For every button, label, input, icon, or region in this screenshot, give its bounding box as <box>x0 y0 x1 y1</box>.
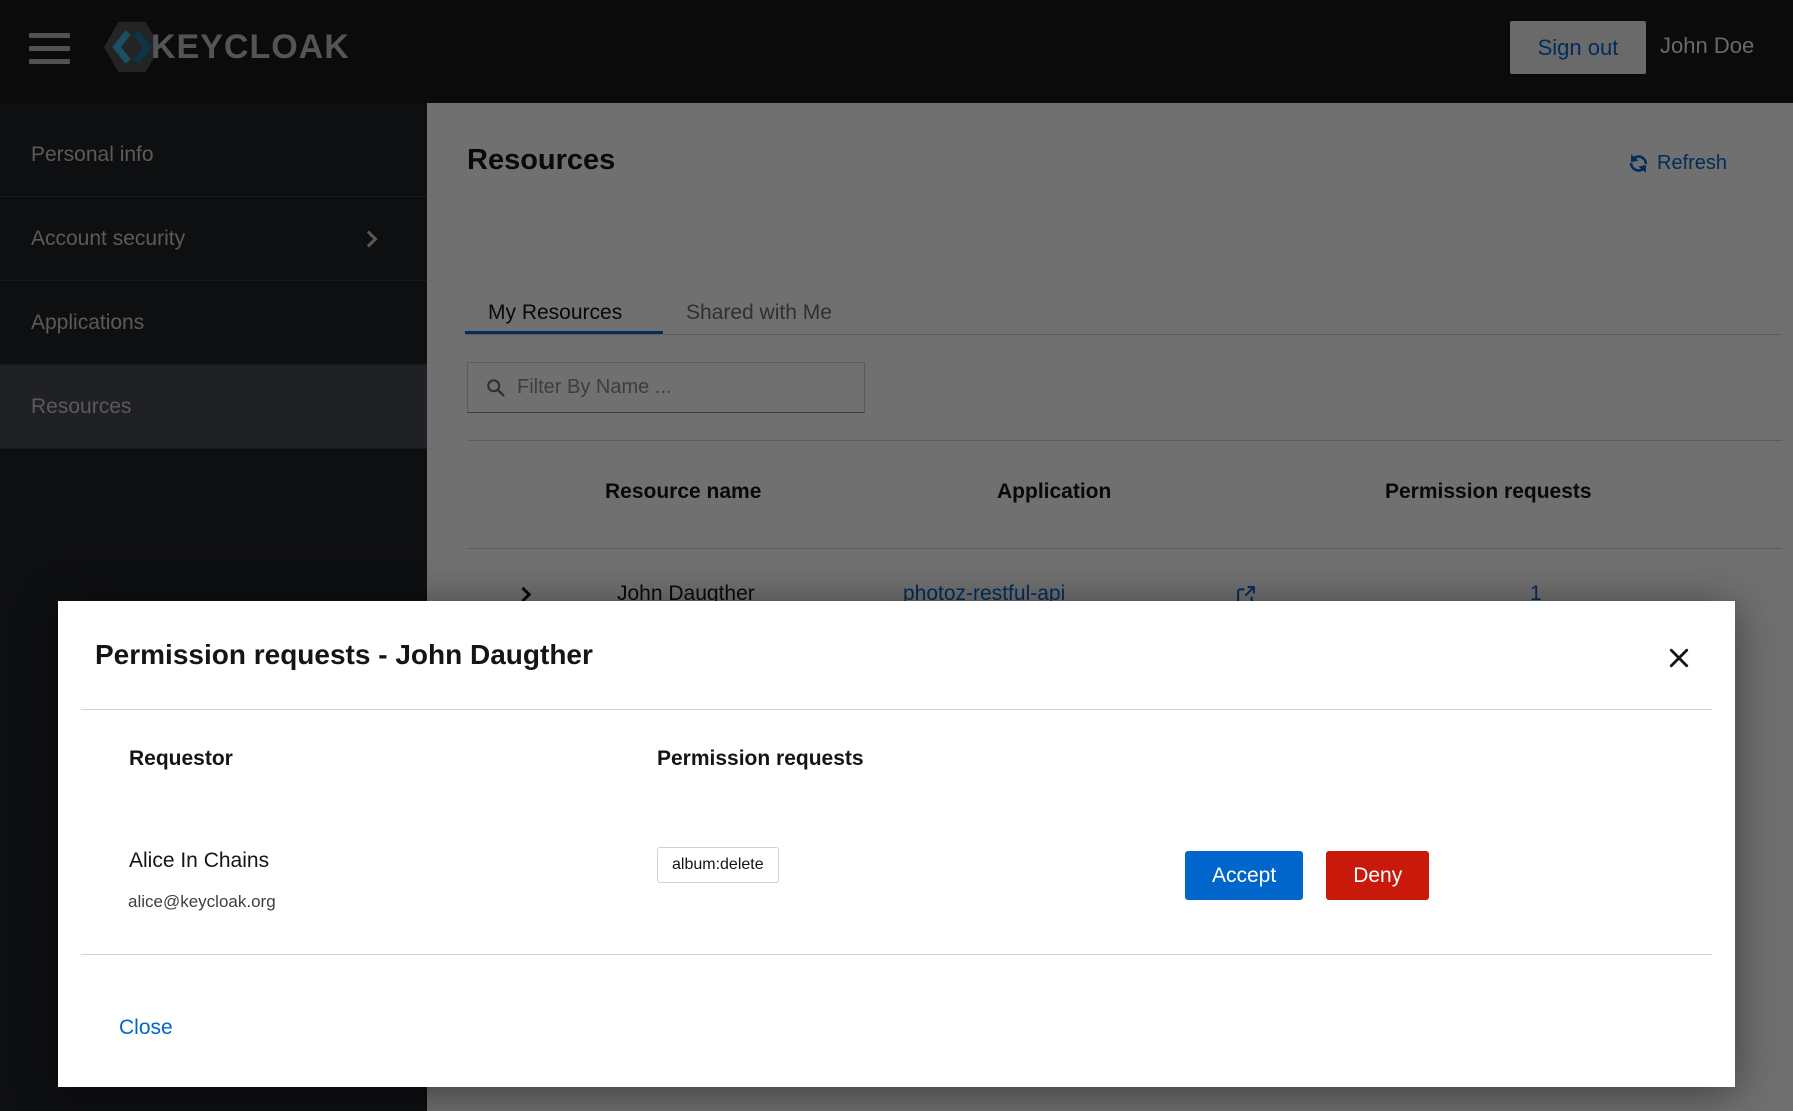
modal-title: Permission requests - John Daugther <box>95 639 593 671</box>
accept-button[interactable]: Accept <box>1185 851 1303 900</box>
modal-header-divider <box>81 709 1712 710</box>
close-icon[interactable] <box>1664 643 1694 673</box>
close-link[interactable]: Close <box>119 1016 173 1040</box>
modal-footer-divider <box>81 954 1712 955</box>
request-actions: Accept Deny <box>1185 851 1429 900</box>
requestor-column-label: Requestor <box>129 747 233 771</box>
requestor-name: Alice In Chains <box>129 849 269 873</box>
deny-button[interactable]: Deny <box>1326 851 1429 900</box>
requestor-email: alice@keycloak.org <box>128 892 276 912</box>
permission-scope-chip: album:delete <box>657 847 779 883</box>
keycloak-account-console: KEYCLOAK Sign out John Doe Personal info… <box>0 0 1793 1111</box>
permission-requests-column-label: Permission requests <box>657 747 864 771</box>
permission-requests-modal: Permission requests - John Daugther Requ… <box>58 601 1735 1087</box>
